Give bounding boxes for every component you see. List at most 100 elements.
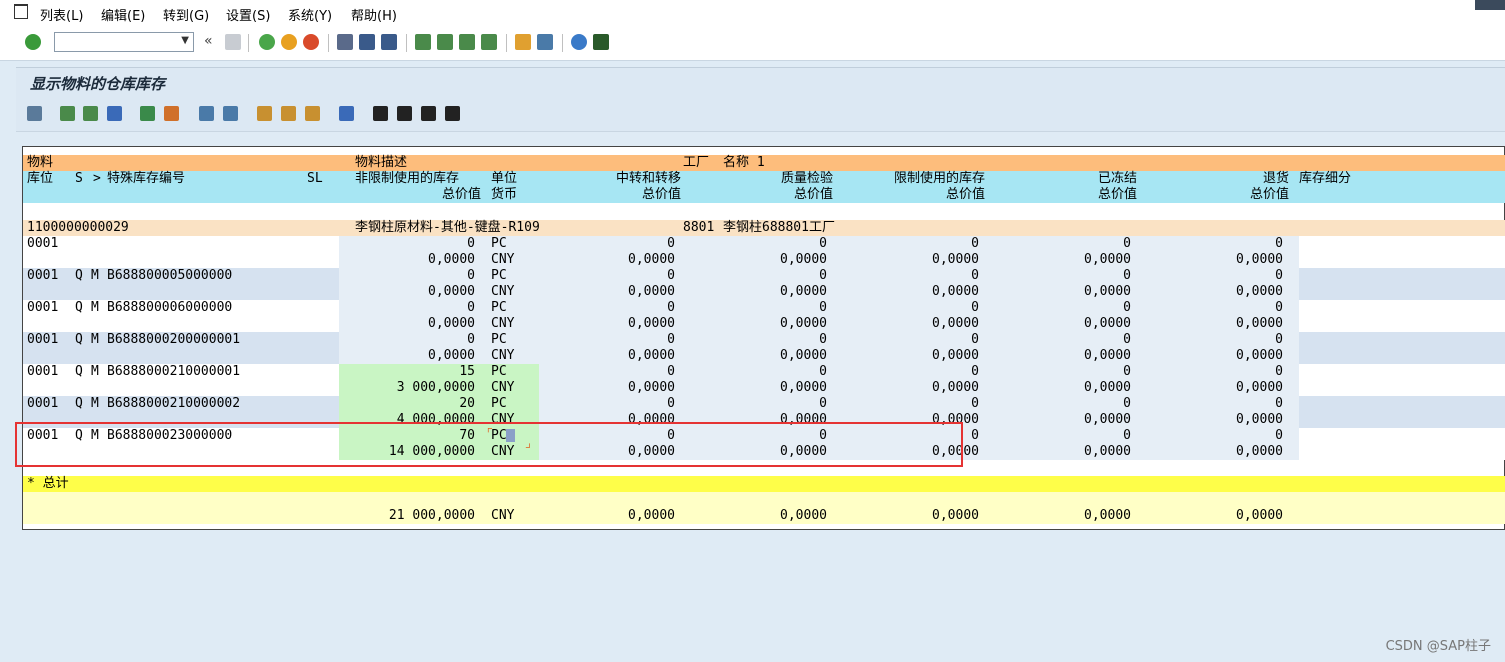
last-page-icon[interactable] [481,34,497,50]
export-icon[interactable] [199,106,214,121]
restricted-value: 0,0000 [932,252,979,267]
total-transfer-value: 0,0000 [628,508,675,523]
returns-qty: 0 [1275,332,1283,347]
shortcut-icon[interactable] [537,34,553,50]
next-page-icon[interactable] [459,34,475,50]
plant-name: 李钢柱688801工厂 [723,220,835,235]
command-field[interactable]: ▼ [54,32,194,52]
unrestricted-qty: 0 [467,332,475,347]
filter-icon[interactable] [107,106,122,121]
subtotal-icon[interactable] [164,106,179,121]
stock-row-qty[interactable]: 0001 Q M B688800005000000 0 PC 0 0 0 0 0 [23,268,1505,284]
header-total-value: 总价值 [641,187,681,202]
total-blocked-value: 0,0000 [1084,508,1131,523]
find-icon[interactable] [359,34,375,50]
material-number[interactable]: 1100000000029 [27,220,129,236]
special-stock-number[interactable]: B6888000210000002 [107,396,240,412]
enter-icon[interactable] [25,34,41,50]
stock-row-value[interactable]: 0,0000 CNY 0,0000 0,0000 0,0000 0,0000 0,0000 [23,348,1505,364]
sloc[interactable]: 0001 [27,332,58,348]
total-values-row: 21 000,0000 CNY 0,0000 0,0000 0,0000 0,0… [23,508,1505,524]
print-icon[interactable] [337,34,353,50]
first-page-icon[interactable] [415,34,431,50]
layout-icon[interactable] [593,34,609,50]
menu-help[interactable]: 帮助(H) [351,5,397,24]
material-description: 李钢柱原材料-其他-键盘-R109 [355,220,540,235]
new-session-icon[interactable] [515,34,531,50]
layout-change-icon[interactable] [257,106,272,121]
blocked-value: 0,0000 [1084,412,1131,427]
back-icon[interactable] [259,34,275,50]
sloc[interactable]: 0001 [27,300,58,316]
sum-icon[interactable] [140,106,155,121]
qi-value: 0,0000 [780,284,827,299]
header-special: 特殊库存编号 [107,171,186,186]
menu-settings[interactable]: 设置(S) [226,5,270,24]
cancel-icon[interactable] [303,34,319,50]
menu-bar: 列表(L) 编辑(E) 转到(G) 设置(S) 系统(Y) 帮助(H) [0,0,1505,26]
blocked-qty: 0 [1123,332,1131,347]
help-icon[interactable] [571,34,587,50]
layout-save-icon[interactable] [305,106,320,121]
menu-list-icon[interactable] [14,4,28,19]
stock-row-qty[interactable]: 0001 Q M B688800006000000 0 PC 0 0 0 0 0 [23,300,1505,316]
stock-row-qty[interactable]: 0001 0 PC 0 0 0 0 0 [23,236,1505,252]
sloc[interactable]: 0001 [27,236,58,252]
restricted-value: 0,0000 [932,348,979,363]
window-corner [1475,0,1505,10]
restricted-qty: 0 [971,268,979,283]
restricted-qty: 0 [971,364,979,379]
next-icon[interactable] [421,106,436,121]
print-preview-icon[interactable] [223,106,238,121]
find-next-icon[interactable] [381,34,397,50]
restricted-qty: 0 [971,396,979,411]
special-stock-number[interactable]: B6888000200000001 [107,332,240,348]
previous-icon[interactable] [397,106,412,121]
stock-row-value[interactable]: 0,0000 CNY 0,0000 0,0000 0,0000 0,0000 0,0000 [23,284,1505,300]
stock-row-value[interactable]: 0,0000 CNY 0,0000 0,0000 0,0000 0,0000 0,0000 [23,252,1505,268]
special-stock-number[interactable]: B688800005000000 [107,268,232,284]
toolbar-separator [506,34,507,52]
material-row[interactable]: 1100000000029 李钢柱原材料-其他-键盘-R109 8801 李钢柱… [23,220,1505,236]
watermark: CSDN @SAP柱子 [1385,639,1491,654]
sloc[interactable]: 0001 [27,396,58,412]
details-icon[interactable] [27,106,42,121]
menu-goto[interactable]: 转到(G) [163,5,209,24]
total-label: * 总计 [27,476,69,491]
unit: PC [491,332,507,347]
stock-row-qty[interactable]: 0001 Q M B6888000200000001 0 PC 0 0 0 0 0 [23,332,1505,348]
returns-qty: 0 [1275,300,1283,315]
returns-value: 0,0000 [1236,412,1283,427]
stock-row-qty[interactable]: 0001 Q M B6888000210000001 15 PC 0 0 0 0 0 [23,364,1505,380]
sort-ascending-icon[interactable] [60,106,75,121]
transfer-qty: 0 [667,236,675,251]
last-icon[interactable] [445,106,460,121]
menu-system[interactable]: 系统(Y) [288,5,332,24]
returns-value: 0,0000 [1236,284,1283,299]
sloc[interactable]: 0001 [27,268,58,284]
exit-icon[interactable] [281,34,297,50]
special-indicator: Q [75,300,83,315]
stock-row-value[interactable]: 3 000,0000 CNY 0,0000 0,0000 0,0000 0,0000 0,0… [23,380,1505,396]
menu-edit[interactable]: 编辑(E) [101,5,145,24]
stock-row-value[interactable]: 0,0000 CNY 0,0000 0,0000 0,0000 0,0000 0,0000 [23,316,1505,332]
header-description: 物料描述 [355,155,408,170]
menu-list[interactable]: 列表(L) [40,5,83,24]
sloc[interactable]: 0001 [27,364,58,380]
previous-page-icon[interactable] [437,34,453,50]
layout-select-icon[interactable] [281,106,296,121]
returns-qty: 0 [1275,236,1283,251]
header-total-value: 总价值 [945,187,985,202]
header-sl: SL [307,171,323,186]
sort-descending-icon[interactable] [83,106,98,121]
stock-row-qty[interactable]: 0001 Q M B6888000210000002 20 PC 0 0 0 0 0 [23,396,1505,412]
special-stock-number[interactable]: B6888000210000001 [107,364,240,380]
collapse-icon[interactable]: « [204,33,213,49]
first-icon[interactable] [373,106,388,121]
header-total-value: 总价值 [1249,187,1289,202]
chevron-down-icon[interactable]: ▼ [181,35,189,46]
info-icon[interactable] [339,106,354,121]
save-icon[interactable] [225,34,241,50]
unit: PC [491,396,507,411]
special-stock-number[interactable]: B688800006000000 [107,300,232,316]
